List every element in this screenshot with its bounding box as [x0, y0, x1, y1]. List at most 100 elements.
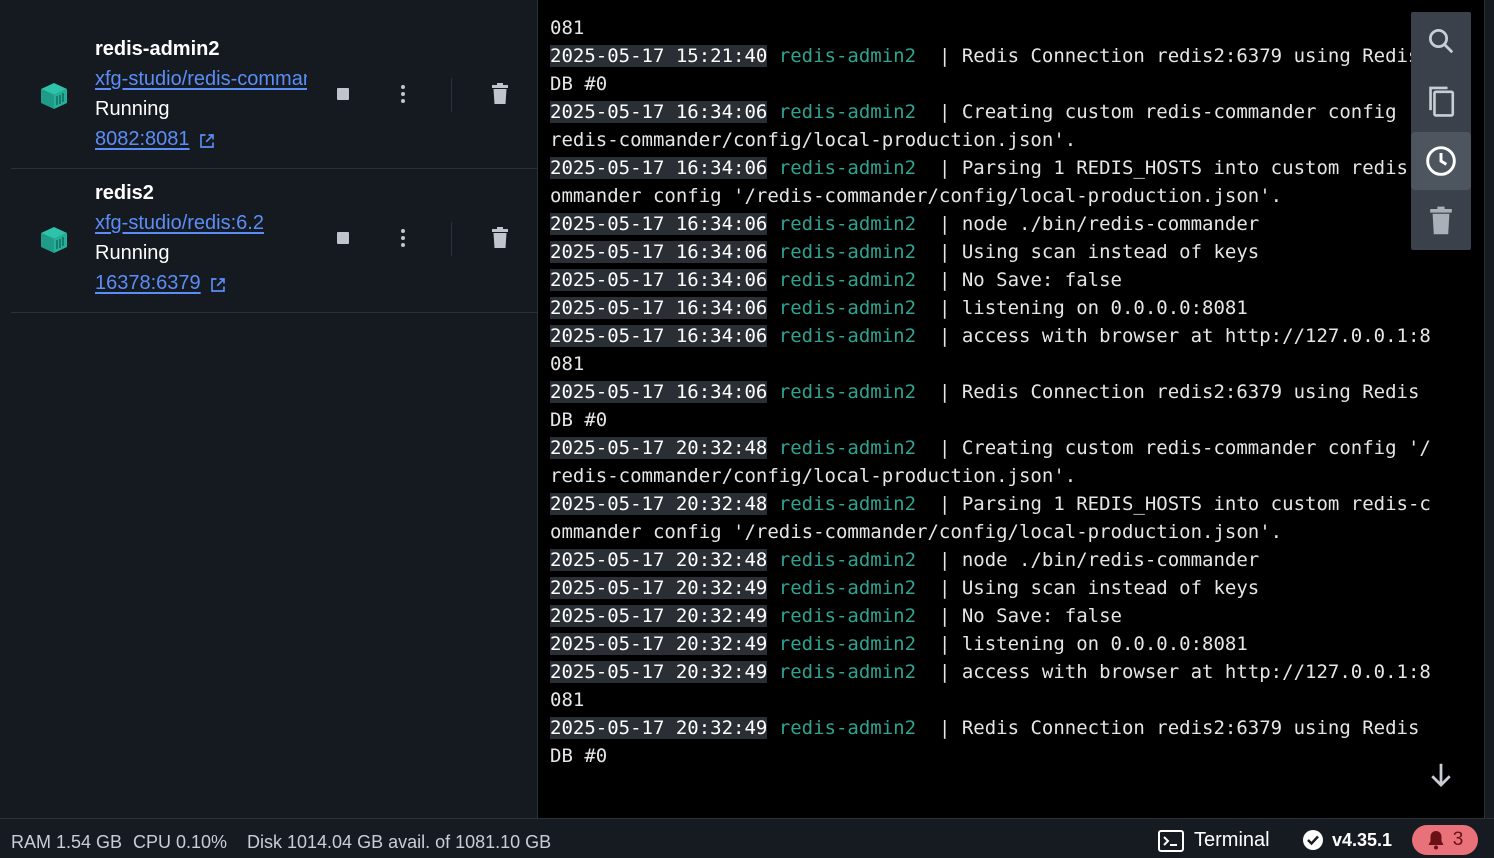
log-message: DB #0	[550, 409, 608, 431]
log-message: | access with browser at http://127.0.0.…	[916, 325, 1431, 347]
stop-button[interactable]	[337, 88, 349, 100]
terminal-button[interactable]: Terminal	[1158, 829, 1270, 852]
bell-icon	[1428, 831, 1444, 850]
search-button[interactable]	[1411, 12, 1471, 70]
log-line: 2025-05-17 16:34:06 redis-admin2 | acces…	[550, 322, 1431, 350]
log-line: 081	[550, 14, 1431, 42]
log-line: 2025-05-17 20:32:49 redis-admin2 | Redis…	[550, 714, 1431, 742]
log-line: 2025-05-17 20:32:48 redis-admin2 | node …	[550, 546, 1431, 574]
container-cube-icon	[41, 227, 67, 253]
delete-container-icon[interactable]	[490, 83, 510, 105]
cpu-usage: CPU 0.10%	[133, 832, 228, 852]
port-link[interactable]: 16378:6379	[95, 272, 227, 295]
port-label: 8082:8081	[95, 128, 190, 150]
log-timestamp: 2025-05-17 20:32:49	[550, 605, 768, 627]
version-indicator[interactable]: v4.35.1	[1302, 829, 1392, 851]
log-message: | access with browser at http://127.0.0.…	[916, 661, 1431, 683]
container-status: Running	[95, 98, 170, 120]
log-line: 2025-05-17 16:34:06 redis-admin2 | Creat…	[550, 98, 1431, 126]
log-service: redis-admin2	[778, 437, 917, 459]
container-row[interactable]: redis2 xfg-studio/redis:6.2 Running 1637…	[11, 168, 537, 313]
log-line: 2025-05-17 16:34:06 redis-admin2 | node …	[550, 210, 1431, 238]
log-toolbar	[1411, 12, 1471, 250]
log-service: redis-admin2	[778, 661, 917, 683]
container-row[interactable]: redis-admin2 xfg-studio/redis-commander …	[11, 24, 537, 169]
log-service: redis-admin2	[778, 325, 917, 347]
stop-button[interactable]	[337, 232, 349, 244]
port-label: 16378:6379	[95, 272, 201, 294]
log-message: | No Save: false	[916, 605, 1122, 627]
more-vertical-icon[interactable]	[395, 84, 411, 104]
notification-count: 3	[1452, 829, 1464, 850]
log-line: ommander config '/redis-commander/config…	[550, 518, 1431, 546]
log-message: 081	[550, 689, 585, 711]
clock-icon	[1426, 146, 1456, 176]
container-cube-icon	[41, 83, 67, 109]
status-bar: RAM 1.54 GB CPU 0.10% Disk 1014.04 GB av…	[0, 818, 1494, 858]
log-timestamp: 2025-05-17 16:34:06	[550, 241, 768, 263]
log-timestamp: 2025-05-17 16:34:06	[550, 325, 768, 347]
containers-list: redis-admin2 xfg-studio/redis-commander …	[0, 0, 537, 818]
log-line: 2025-05-17 20:32:49 redis-admin2 | Using…	[550, 574, 1431, 602]
log-timestamp: 2025-05-17 20:32:49	[550, 661, 768, 683]
port-link[interactable]: 8082:8081	[95, 128, 216, 151]
notifications-badge[interactable]: 3	[1412, 825, 1478, 855]
log-service: redis-admin2	[778, 269, 917, 291]
clear-logs-button[interactable]	[1411, 192, 1471, 250]
log-service: redis-admin2	[778, 101, 917, 123]
log-line: 2025-05-17 16:34:06 redis-admin2 | Parsi…	[550, 154, 1431, 182]
log-line: DB #0	[550, 742, 1431, 770]
log-timestamp: 2025-05-17 15:21:40	[550, 45, 768, 67]
log-message: ommander config '/redis-commander/config…	[550, 185, 1283, 207]
log-service: redis-admin2	[778, 297, 917, 319]
divider	[451, 78, 452, 112]
delete-container-icon[interactable]	[490, 227, 510, 249]
external-link-icon	[199, 133, 214, 148]
log-timestamp: 2025-05-17 20:32:48	[550, 493, 768, 515]
copy-button[interactable]	[1411, 72, 1471, 130]
log-service: redis-admin2	[778, 717, 917, 739]
timestamps-toggle[interactable]	[1411, 132, 1471, 190]
divider	[451, 222, 452, 256]
log-service: redis-admin2	[778, 213, 917, 235]
log-message: redis-commander/config/local-production.…	[550, 465, 1077, 487]
more-vertical-icon[interactable]	[395, 228, 411, 248]
log-timestamp: 2025-05-17 20:32:48	[550, 549, 768, 571]
log-message: redis-commander/config/local-production.…	[550, 129, 1077, 151]
log-timestamp: 2025-05-17 16:34:06	[550, 381, 768, 403]
log-line: 2025-05-17 16:34:06 redis-admin2 | Using…	[550, 238, 1431, 266]
container-status: Running	[95, 242, 170, 264]
log-viewer[interactable]: 081 2025-05-17 15:21:40 redis-admin2 | Re…	[537, 0, 1485, 818]
log-timestamp: 2025-05-17 16:34:06	[550, 101, 768, 123]
log-line: ommander config '/redis-commander/config…	[550, 182, 1431, 210]
disk-usage: Disk 1014.04 GB avail. of 1081.10 GB	[247, 832, 552, 852]
log-output: 081 2025-05-17 15:21:40 redis-admin2 | Re…	[550, 14, 1431, 770]
log-service: redis-admin2	[778, 577, 917, 599]
log-line: 081	[550, 350, 1431, 378]
scroll-to-bottom-icon[interactable]	[1426, 760, 1456, 790]
container-image-link[interactable]: xfg-studio/redis-commander	[95, 68, 307, 91]
log-service: redis-admin2	[778, 605, 917, 627]
log-timestamp: 2025-05-17 20:32:49	[550, 577, 768, 599]
log-message: DB #0	[550, 73, 608, 95]
log-timestamp: 2025-05-17 16:34:06	[550, 213, 768, 235]
ram-usage: RAM 1.54 GB	[11, 832, 123, 852]
terminal-icon	[1158, 829, 1184, 852]
log-message: DB #0	[550, 745, 608, 767]
log-line: 2025-05-17 20:32:49 redis-admin2 | liste…	[550, 630, 1431, 658]
log-service: redis-admin2	[778, 157, 917, 179]
container-name: redis-admin2	[95, 38, 220, 60]
log-service: redis-admin2	[778, 241, 917, 263]
log-message: | Redis Connection redis2:6379 using Red…	[916, 45, 1420, 67]
container-image-link[interactable]: xfg-studio/redis:6.2	[95, 212, 307, 235]
copy-icon	[1429, 86, 1455, 117]
log-message: | Parsing 1 REDIS_HOSTS into custom redi…	[916, 157, 1431, 179]
log-message: | listening on 0.0.0.0:8081	[916, 297, 1248, 319]
log-timestamp: 2025-05-17 16:34:06	[550, 297, 768, 319]
log-message: | Creating custom redis-commander config…	[916, 437, 1431, 459]
log-message: | Redis Connection redis2:6379 using Red…	[916, 381, 1420, 403]
log-message: | Redis Connection redis2:6379 using Red…	[916, 717, 1420, 739]
log-line: redis-commander/config/local-production.…	[550, 126, 1431, 154]
log-service: redis-admin2	[778, 633, 917, 655]
log-line: 2025-05-17 16:34:06 redis-admin2 | Redis…	[550, 378, 1431, 406]
